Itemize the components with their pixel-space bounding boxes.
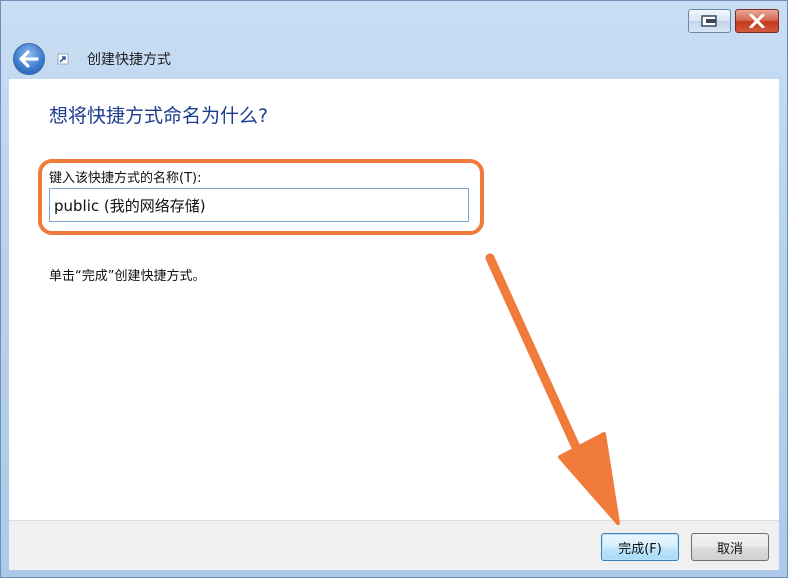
annotation-highlight xyxy=(38,159,484,235)
wizard-content: 想将快捷方式命名为什么? 键入该快捷方式的名称(T): 单击“完成”创建快捷方式… xyxy=(9,79,779,520)
create-shortcut-window: 创建快捷方式 想将快捷方式命名为什么? 键入该快捷方式的名称(T): 单击“完成… xyxy=(0,0,788,578)
finish-hint-text: 单击“完成”创建快捷方式。 xyxy=(49,269,206,284)
cancel-button[interactable]: 取消 xyxy=(691,533,769,561)
window-title: 创建快捷方式 xyxy=(87,52,171,68)
back-arrow-icon xyxy=(19,50,39,68)
navigation-bar: 创建快捷方式 xyxy=(1,39,787,79)
restore-button[interactable] xyxy=(688,9,731,33)
close-button[interactable] xyxy=(735,9,779,33)
close-icon xyxy=(749,14,765,28)
shortcut-icon xyxy=(57,53,69,65)
finish-button[interactable]: 完成(F) xyxy=(601,533,679,561)
page-heading: 想将快捷方式命名为什么? xyxy=(49,105,269,127)
back-button[interactable] xyxy=(13,43,45,75)
restore-window-icon xyxy=(700,15,717,27)
button-bar: 完成(F) 取消 xyxy=(9,520,779,570)
title-bar xyxy=(1,1,787,39)
